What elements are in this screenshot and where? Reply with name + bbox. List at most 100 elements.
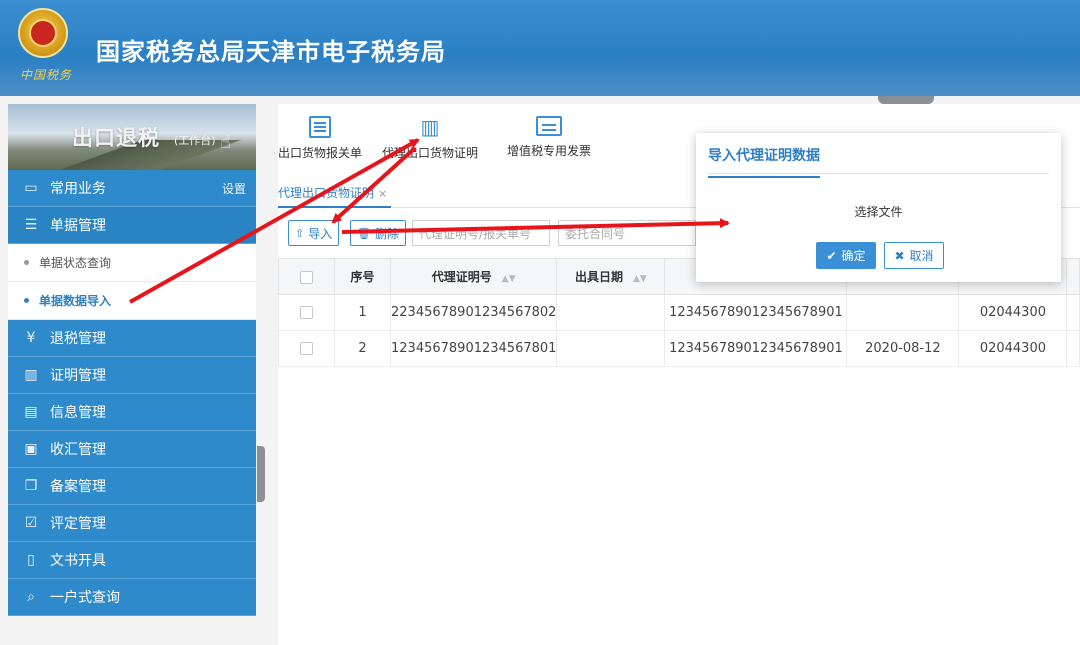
cell-date <box>556 330 666 367</box>
import-icon: ⇧ <box>295 226 305 240</box>
form-icon: ▣ <box>24 441 38 457</box>
bullet-icon <box>24 298 29 303</box>
table-row[interactable]: 1 22345678901234567802 12345678901234567… <box>278 294 1080 331</box>
check-icon: ✔ <box>826 248 837 263</box>
submenu-item-status-query[interactable]: 单据状态查询 <box>8 244 256 282</box>
sidebar-item-record[interactable]: ❐ 备案管理 <box>8 468 256 505</box>
invoice-icon <box>536 116 562 136</box>
cell-col6: 02044300 <box>958 330 1068 367</box>
submenu-item-label: 单据状态查询 <box>39 256 112 270</box>
confirm-label: 确定 <box>841 249 866 263</box>
sort-icon[interactable]: ▲▼ <box>502 274 516 284</box>
cell-col5: 2020-08-12 <box>846 330 960 367</box>
col-header-no: 序号 <box>334 258 391 295</box>
cancel-button[interactable]: ✖ 取消 <box>884 242 944 269</box>
cell-date <box>556 294 666 331</box>
delete-label: 删除 <box>374 226 399 241</box>
confirm-button[interactable]: ✔ 确定 <box>816 242 876 269</box>
sidebar-item-label: 评定管理 <box>50 516 106 532</box>
tool-label: 出口货物报关单 <box>278 146 363 160</box>
cell-col4: 12345678901234567890​1 <box>664 330 848 367</box>
list-icon <box>309 116 331 138</box>
banner-title: 出口退税 <box>72 126 160 150</box>
import-button[interactable]: ⇧ 导入 <box>288 220 340 246</box>
header-collapse-handle[interactable] <box>878 96 934 104</box>
import-dialog: 导入代理证明数据 选择文件 ✔ 确定 ✖ 取消 <box>696 133 1061 282</box>
search-icon: ⌕ <box>27 589 35 605</box>
book-icon: ▤ <box>24 404 38 420</box>
cell-no: 1 <box>334 294 391 331</box>
delete-button[interactable]: 🗑 删除 <box>350 220 406 246</box>
cell-col6: 02044300 <box>958 294 1068 331</box>
contract-number-input[interactable]: 委托合同号 <box>558 220 696 246</box>
hand-cursor-icon: ☝ <box>220 132 231 153</box>
cell-cert: 12345678901234567801 <box>389 330 558 367</box>
submenu-item-label: 单据数据导入 <box>39 294 112 308</box>
cell-cert: 22345678901234567802 <box>389 294 558 331</box>
sidebar-item-label: 收汇管理 <box>50 442 106 458</box>
cert-number-input[interactable]: 代理证明号/报关单号 <box>412 220 550 246</box>
sidebar-banner[interactable]: 出口退税 (工作台) ☝ <box>8 104 256 170</box>
cell-col4: 12345678901234567890​1 <box>664 294 848 331</box>
tool-agency-certificate[interactable]: ▥ 代理出口货物证明 <box>382 116 478 161</box>
sidebar: 出口退税 (工作台) ☝ ▭ 常用业务 设置 ☰ 单据管理 单据状态查询 单据数… <box>8 104 256 634</box>
tool-label: 增值税专用发票 <box>507 144 592 158</box>
tab-label: 代理出口货物证明 <box>278 186 375 200</box>
tool-vat-invoice[interactable]: 增值税专用发票 <box>507 116 591 159</box>
table-row[interactable]: 2 12345678901234567801 12345678901234567… <box>278 330 1080 367</box>
submenu-item-data-import[interactable]: 单据数据导入 <box>8 282 256 320</box>
close-icon[interactable]: × <box>378 187 387 200</box>
sidebar-item-doc-mgmt[interactable]: ☰ 单据管理 <box>8 207 256 244</box>
list-icon: ☰ <box>24 217 38 233</box>
choose-file-link[interactable]: 选择文件 <box>696 203 1061 220</box>
sidebar-item-documents[interactable]: ▯ 文书开具 <box>8 542 256 579</box>
briefcase-icon: ▭ <box>24 180 38 196</box>
sidebar-item-label: 备案管理 <box>50 479 106 495</box>
map-icon: ▥ <box>24 367 38 383</box>
cell-no: 2 <box>334 330 391 367</box>
doc-mgmt-submenu: 单据状态查询 单据数据导入 <box>8 244 256 320</box>
sidebar-item-refund[interactable]: ¥ 退税管理 <box>8 320 256 357</box>
cell-col7 <box>1066 330 1080 367</box>
col-header-cert[interactable]: 代理证明号 ▲▼ <box>389 258 558 295</box>
col-header-label: 出具日期 <box>574 270 623 284</box>
bullet-icon <box>24 260 29 265</box>
close-icon: ✖ <box>894 248 905 263</box>
sidebar-item-common[interactable]: ▭ 常用业务 设置 <box>8 170 256 207</box>
tool-customs-declaration[interactable]: 出口货物报关单 <box>278 116 362 161</box>
emblem-text: 中国税务 <box>20 68 73 82</box>
sidebar-item-label: 文书开具 <box>50 553 106 569</box>
settings-link[interactable]: 设置 <box>222 180 246 197</box>
sidebar-item-forex[interactable]: ▣ 收汇管理 <box>8 431 256 468</box>
tab-agency-certificate[interactable]: 代理出口货物证明 × <box>278 184 392 208</box>
sort-icon[interactable]: ▲▼ <box>633 274 647 284</box>
input-placeholder: 代理证明号/报关单号 <box>419 226 532 241</box>
banner-subtitle: (工作台) <box>174 134 216 147</box>
sidebar-item-label: 一户式查询 <box>50 590 120 606</box>
select-all-checkbox[interactable] <box>278 258 335 295</box>
sidebar-item-label: 单据管理 <box>50 218 106 234</box>
input-placeholder: 委托合同号 <box>565 226 626 241</box>
row-checkbox[interactable] <box>278 330 335 367</box>
site-title: 国家税务总局天津市电子税务局 <box>96 38 446 66</box>
col-header-7 <box>1066 258 1080 295</box>
sidebar-item-rating[interactable]: ☑ 评定管理 <box>8 505 256 542</box>
sidebar-collapse-grip[interactable] <box>257 446 265 502</box>
top-header: 中国税务 国家税务总局天津市电子税务局 <box>0 0 1080 96</box>
yen-icon: ¥ <box>26 330 36 346</box>
col-header-date[interactable]: 出具日期 ▲▼ <box>556 258 666 295</box>
tool-label: 代理出口货物证明 <box>382 146 479 160</box>
sidebar-item-certificate[interactable]: ▥ 证明管理 <box>8 357 256 394</box>
cancel-label: 取消 <box>909 249 934 263</box>
cell-col7 <box>1066 294 1080 331</box>
emblem-icon <box>18 8 68 70</box>
copy-icon: ❐ <box>24 478 38 494</box>
import-label: 导入 <box>308 226 333 241</box>
sidebar-item-info[interactable]: ▤ 信息管理 <box>8 394 256 431</box>
row-checkbox[interactable] <box>278 294 335 331</box>
col-header-label: 代理证明号 <box>431 270 492 284</box>
sidebar-item-query[interactable]: ⌕ 一户式查询 <box>8 579 256 616</box>
dialog-divider <box>708 173 1049 174</box>
sidebar-item-label: 退税管理 <box>50 331 106 347</box>
sidebar-item-label: 信息管理 <box>50 405 106 421</box>
